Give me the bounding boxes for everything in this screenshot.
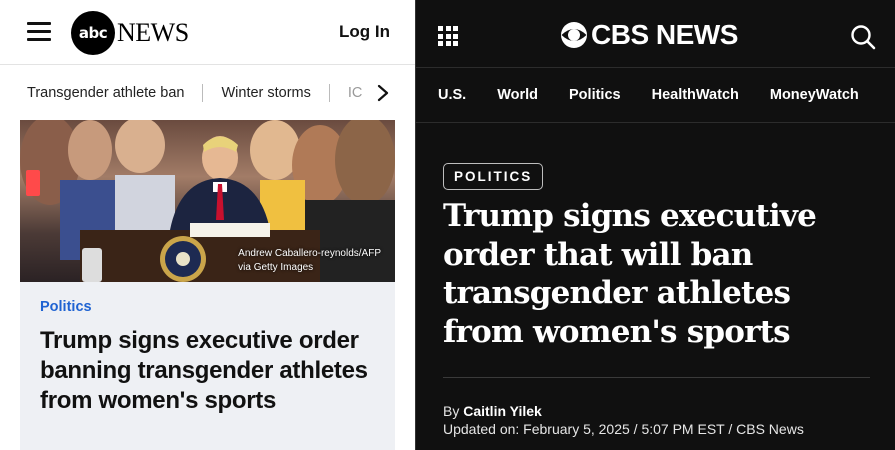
topic-link[interactable]: IC bbox=[348, 85, 363, 101]
author-link[interactable]: Caitlin Yilek bbox=[463, 403, 542, 419]
cbs-header: CBS NEWS bbox=[416, 0, 895, 68]
login-link[interactable]: Log In bbox=[339, 22, 390, 42]
abc-news-logo[interactable]: abc NEWS bbox=[71, 11, 189, 55]
abc-header: abc NEWS Log In bbox=[0, 0, 415, 65]
headline: Trump signs executive order that will ba… bbox=[443, 198, 817, 350]
topic-link[interactable]: Winter storms bbox=[221, 85, 310, 101]
abc-logo-word: NEWS bbox=[117, 18, 189, 47]
nav-item-world[interactable]: World bbox=[497, 87, 538, 103]
cbs-eye-icon bbox=[561, 22, 587, 48]
hamburger-menu-icon[interactable] bbox=[27, 22, 51, 42]
nav-item-healthwatch[interactable]: HealthWatch bbox=[652, 87, 739, 103]
photo-credit-line: via Getty Images bbox=[238, 262, 314, 273]
byline-prefix: By bbox=[443, 403, 464, 419]
cbs-news-logo[interactable]: CBS NEWS bbox=[560, 19, 738, 51]
nav-item-us[interactable]: U.S. bbox=[438, 87, 466, 103]
divider bbox=[202, 83, 204, 102]
cbs-news-page: CBS NEWS U.S. World Politics HealthWatch… bbox=[415, 0, 895, 450]
nav-item-politics[interactable]: Politics bbox=[569, 87, 621, 103]
article-photo[interactable]: Andrew Caballero-reynolds/AFP via Getty … bbox=[20, 120, 395, 282]
photo-credit: Andrew Caballero-reynolds/AFP via Getty … bbox=[238, 247, 381, 275]
apps-grid-icon[interactable] bbox=[438, 26, 458, 46]
category-tag[interactable]: POLITICS bbox=[443, 163, 544, 190]
abc-logo-circle: abc bbox=[71, 11, 115, 55]
section-label[interactable]: Politics bbox=[40, 299, 375, 315]
byline: By Caitlin Yilek bbox=[443, 403, 542, 419]
abc-news-page: abc NEWS Log In Transgender athlete ban … bbox=[0, 0, 415, 450]
divider bbox=[328, 83, 330, 102]
section-nav: U.S. World Politics HealthWatch MoneyWat… bbox=[416, 68, 895, 123]
search-icon[interactable] bbox=[850, 24, 876, 50]
headline: Trump signs executive order banning tran… bbox=[40, 327, 368, 414]
cbs-logo-word: CBS NEWS bbox=[591, 19, 738, 50]
nav-item-moneywatch[interactable]: MoneyWatch bbox=[770, 87, 859, 103]
topic-link[interactable]: Transgender athlete ban bbox=[27, 85, 184, 101]
trending-topics-bar: Transgender athlete ban Winter storms IC bbox=[0, 65, 415, 120]
headline-card: Politics Trump signs executive order ban… bbox=[20, 282, 395, 450]
divider bbox=[443, 377, 870, 378]
chevron-right-icon[interactable] bbox=[369, 80, 397, 106]
updated-timestamp: Updated on: February 5, 2025 / 5:07 PM E… bbox=[443, 421, 804, 437]
photo-credit-line: Andrew Caballero-reynolds/AFP bbox=[238, 248, 381, 259]
